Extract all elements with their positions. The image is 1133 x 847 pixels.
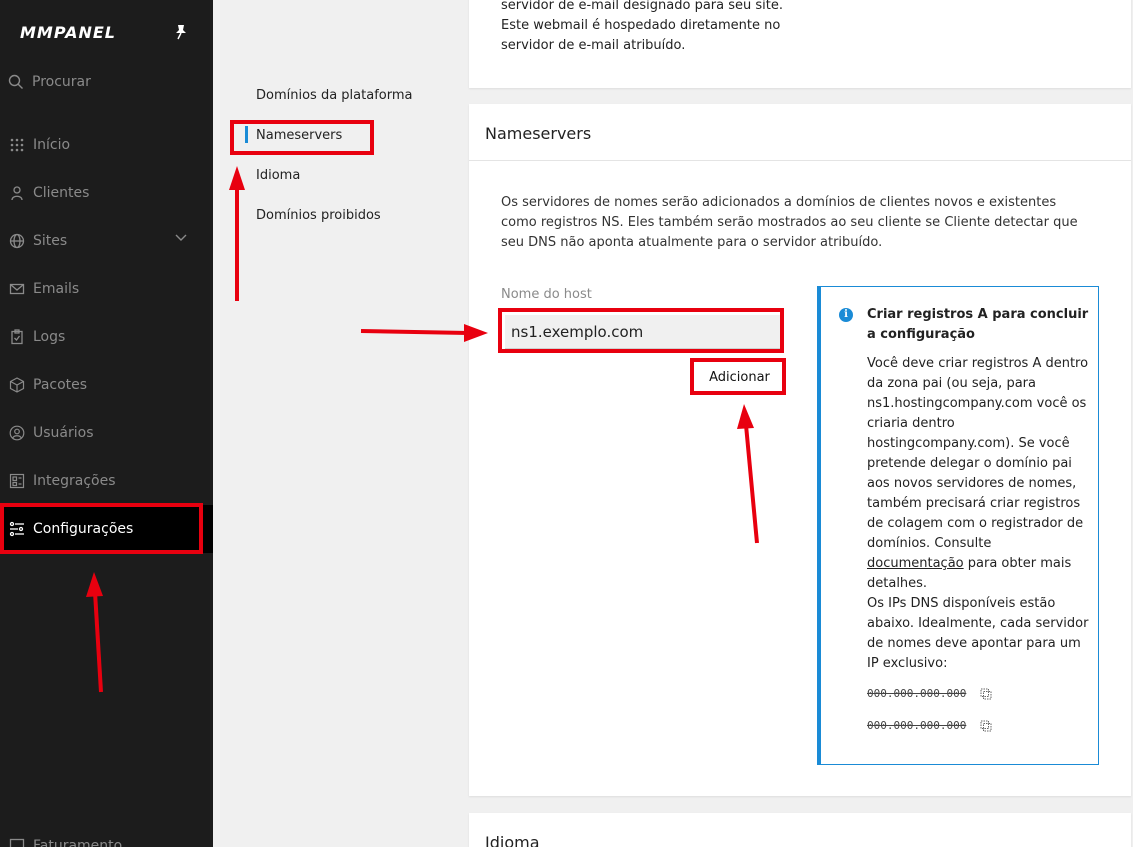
divider bbox=[469, 160, 1131, 161]
sidebar-item-integracoes[interactable]: Integrações bbox=[0, 457, 213, 505]
copy-icon[interactable] bbox=[980, 720, 992, 732]
globe-icon bbox=[9, 233, 25, 249]
nameservers-title: Nameservers bbox=[485, 124, 592, 143]
info-body-ips: Os IPs DNS disponíveis estão abaixo. Ide… bbox=[867, 596, 1089, 671]
ip-row: 000.000.000.000 bbox=[867, 719, 992, 732]
info-body: Você deve criar registros A dentro da zo… bbox=[867, 354, 1089, 594]
annotation-box-nameservers bbox=[230, 120, 374, 155]
sidebar-item-label: Sites bbox=[33, 233, 68, 249]
nameservers-card: Nameservers Os servidores de nomes serão… bbox=[469, 104, 1131, 796]
ip-row: 000.000.000.000 bbox=[867, 687, 992, 700]
sidebar-item-label: Início bbox=[33, 137, 71, 153]
search-icon bbox=[8, 74, 23, 89]
sidebar-item-clientes[interactable]: Clientes bbox=[0, 169, 213, 217]
idioma-title: Idioma bbox=[485, 833, 540, 847]
chevron-down-icon[interactable] bbox=[175, 234, 187, 242]
billing-icon bbox=[9, 836, 25, 847]
annotation-box-add-button bbox=[690, 358, 786, 395]
sidebar-item-label: Usuários bbox=[33, 425, 94, 441]
ip-value: 000.000.000.000 bbox=[867, 687, 967, 700]
search-button[interactable]: Procurar bbox=[8, 70, 203, 94]
info-title: Criar registros A para concluir a config… bbox=[867, 307, 1089, 342]
grid-icon bbox=[9, 137, 25, 153]
nameservers-description: Os servidores de nomes serão adicionados… bbox=[501, 195, 1078, 250]
sidebar-item-usuarios[interactable]: Usuários bbox=[0, 409, 213, 457]
sidebar-item-emails[interactable]: Emails bbox=[0, 265, 213, 313]
sidebar-item-pacotes[interactable]: Pacotes bbox=[0, 361, 213, 409]
sidebar: MMPANEL Procurar Início Clientes Sites E… bbox=[0, 0, 213, 847]
copy-icon[interactable] bbox=[980, 688, 992, 700]
webmail-card: servidor de e-mail designado para seu si… bbox=[469, 0, 1131, 88]
info-icon: i bbox=[839, 308, 853, 322]
sidebar-item-logs[interactable]: Logs bbox=[0, 313, 213, 361]
ip-value: 000.000.000.000 bbox=[867, 719, 967, 732]
settings-nav-idioma[interactable]: Idioma bbox=[256, 168, 300, 183]
sidebar-item-label: Logs bbox=[33, 329, 66, 345]
integrations-icon bbox=[9, 473, 25, 489]
clipboard-icon bbox=[9, 329, 25, 345]
annotation-box-host-input bbox=[498, 308, 784, 353]
sidebar-item-label: Faturamento bbox=[33, 838, 123, 847]
search-label: Procurar bbox=[32, 74, 91, 90]
info-body-text: Você deve criar registros A dentro da zo… bbox=[867, 356, 1089, 551]
host-label: Nome do host bbox=[501, 287, 592, 302]
sidebar-item-label: Clientes bbox=[33, 185, 90, 201]
settings-nav-dominios-proibidos[interactable]: Domínios proibidos bbox=[256, 208, 381, 223]
user-icon bbox=[9, 185, 25, 201]
app-logo: MMPANEL bbox=[20, 23, 116, 42]
settings-nav-dominios-plataforma[interactable]: Domínios da plataforma bbox=[256, 88, 412, 103]
sidebar-item-label: Emails bbox=[33, 281, 80, 297]
package-icon bbox=[9, 377, 25, 393]
sidebar-item-sites[interactable]: Sites bbox=[0, 217, 213, 265]
sidebar-item-label: Pacotes bbox=[33, 377, 88, 393]
documentation-link[interactable]: documentação bbox=[867, 556, 964, 571]
info-box: i Criar registros A para concluir a conf… bbox=[817, 286, 1099, 765]
idioma-card: Idioma bbox=[469, 813, 1131, 847]
pin-icon[interactable] bbox=[174, 24, 188, 40]
annotation-box-configuracoes bbox=[0, 503, 203, 554]
user-circle-icon bbox=[9, 425, 25, 441]
mail-icon bbox=[9, 281, 25, 297]
webmail-description: servidor de e-mail designado para seu si… bbox=[501, 0, 784, 53]
sidebar-item-faturamento[interactable]: Faturamento bbox=[9, 836, 122, 847]
sidebar-item-inicio[interactable]: Início bbox=[0, 121, 213, 169]
sidebar-item-label: Integrações bbox=[33, 473, 116, 489]
